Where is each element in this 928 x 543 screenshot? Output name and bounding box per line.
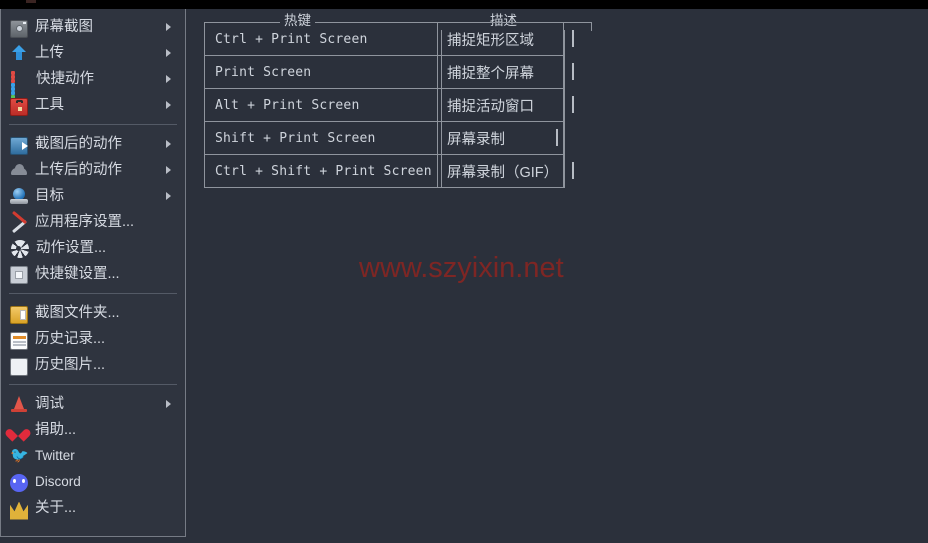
menu-separator (9, 384, 177, 385)
text-caret (572, 63, 574, 80)
hotkey-cell[interactable]: Alt + Print Screen (204, 88, 438, 122)
chevron-right-icon (166, 192, 171, 200)
hotkey-column-header: 热键 (280, 13, 315, 29)
menu-item-label: 工具 (35, 96, 64, 113)
hotkey-cell[interactable]: Print Screen (204, 55, 438, 89)
table-row[interactable]: Print Screen 捕捉整个屏幕 (204, 55, 564, 89)
description-group-outline-right (564, 30, 565, 187)
hotkey-table-container: Ctrl + Print Screen 捕捉矩形区域 Print Screen … (204, 13, 592, 188)
description-cell[interactable]: 屏幕录制 (437, 121, 564, 155)
heart-icon (10, 422, 28, 440)
description-cell[interactable]: 捕捉活动窗口 (437, 88, 564, 122)
menu-item-hotkey-settings[interactable]: 快捷键设置... (1, 261, 185, 287)
grid-dots-icon (10, 69, 29, 107)
menu-item-label: 上传后的动作 (35, 161, 122, 178)
description-cell[interactable]: 屏幕录制（GIF） (437, 154, 564, 188)
menu-item-screenshot[interactable]: 屏幕截图 (1, 14, 185, 40)
table-row[interactable]: Alt + Print Screen 捕捉活动窗口 (204, 88, 564, 122)
menu-item-label: 屏幕截图 (35, 18, 93, 35)
menu-item-label: 历史记录... (35, 330, 106, 347)
menu-item-screenshots-folder[interactable]: 截图文件夹... (1, 300, 185, 326)
menu-item-label: 快捷键设置... (35, 265, 120, 282)
menu-item-donate[interactable]: 捐助... (1, 417, 185, 443)
menu-item-task-settings[interactable]: 动作设置... (1, 235, 185, 261)
menu-item-application-settings[interactable]: 应用程序设置... (1, 209, 185, 235)
menu-item-label: Discord (35, 474, 81, 490)
menu-item-label: 应用程序设置... (35, 213, 135, 230)
upload-arrow-icon (10, 44, 28, 62)
history-list-icon (10, 331, 28, 350)
menu-item-image-history[interactable]: 历史图片... (1, 352, 185, 378)
menu-item-after-upload-tasks[interactable]: 上传后的动作 (1, 157, 185, 183)
text-caret (572, 162, 574, 179)
debug-cone-icon (10, 395, 28, 413)
menu-item-label: 截图文件夹... (35, 304, 120, 321)
cloud-icon (10, 161, 28, 179)
chevron-right-icon (166, 140, 171, 148)
hotkey-table: Ctrl + Print Screen 捕捉矩形区域 Print Screen … (204, 22, 564, 188)
menu-item-label: 动作设置... (36, 239, 107, 256)
menu-item-tools[interactable]: 工具 (1, 92, 185, 118)
top-bar-accent (26, 0, 36, 3)
menu-item-label: 截图后的动作 (35, 135, 122, 152)
chevron-right-icon (166, 23, 171, 31)
hotkey-cell[interactable]: Ctrl + Print Screen (204, 22, 438, 56)
tools-wrench-icon (10, 213, 28, 231)
menu-item-history[interactable]: 历史记录... (1, 326, 185, 352)
menu-item-upload[interactable]: 上传 (1, 40, 185, 66)
hotkey-cell[interactable]: Ctrl + Shift + Print Screen (204, 154, 438, 188)
menu-item-label: 捐助... (35, 421, 77, 438)
hotkey-cell[interactable]: Shift + Print Screen (204, 121, 438, 155)
camera-icon (10, 19, 28, 38)
chevron-right-icon (166, 49, 171, 57)
context-menu: 屏幕截图 上传 快捷动作 工具 截图后的动作 上传后的动作 目标 应用程序设置.… (0, 9, 186, 537)
chevron-right-icon (166, 166, 171, 174)
top-black-bar (0, 0, 928, 9)
menu-item-label: 快捷动作 (36, 70, 94, 87)
menu-item-destinations[interactable]: 目标 (1, 183, 185, 209)
text-caret (572, 96, 574, 113)
text-caret (556, 129, 558, 146)
menu-item-about[interactable]: 关于... (1, 495, 185, 521)
menu-item-label: 目标 (35, 187, 64, 204)
menu-separator (9, 124, 177, 125)
gear-icon (11, 240, 29, 258)
menu-item-quick-actions[interactable]: 快捷动作 (1, 66, 185, 107)
crown-icon (10, 501, 28, 520)
table-row[interactable]: Shift + Print Screen 屏幕录制 (204, 121, 564, 155)
menu-item-label: 关于... (35, 499, 77, 516)
toolbox-icon (10, 98, 28, 116)
description-column-header: 描述 (486, 13, 521, 29)
image-history-icon (10, 357, 28, 376)
menu-item-after-capture-tasks[interactable]: 截图后的动作 (1, 131, 185, 157)
twitter-icon: 🐦 (10, 447, 29, 464)
menu-item-twitter[interactable]: 🐦 Twitter (1, 443, 185, 469)
menu-separator (9, 293, 177, 294)
menu-item-debug[interactable]: 调试 (1, 391, 185, 417)
watermark-text: www.szyixin.net (359, 252, 564, 284)
menu-item-label: 历史图片... (35, 356, 106, 373)
menu-item-discord[interactable]: Discord (1, 469, 185, 495)
menu-item-label: 上传 (35, 44, 64, 61)
menu-item-label: 调试 (35, 395, 64, 412)
chevron-right-icon (166, 75, 171, 83)
menu-item-label: Twitter (35, 448, 75, 464)
chevron-right-icon (166, 400, 171, 408)
destination-globe-icon (10, 187, 28, 205)
description-cell[interactable]: 捕捉整个屏幕 (437, 55, 564, 89)
folder-icon (10, 305, 28, 324)
text-caret (572, 30, 574, 47)
app-window: 屏幕截图 上传 快捷动作 工具 截图后的动作 上传后的动作 目标 应用程序设置.… (0, 0, 928, 543)
table-row[interactable]: Ctrl + Shift + Print Screen 屏幕录制（GIF） (204, 154, 564, 188)
discord-icon (10, 473, 28, 492)
after-capture-icon (10, 137, 28, 155)
chevron-right-icon (166, 101, 171, 109)
hotkey-settings-icon (10, 266, 28, 284)
